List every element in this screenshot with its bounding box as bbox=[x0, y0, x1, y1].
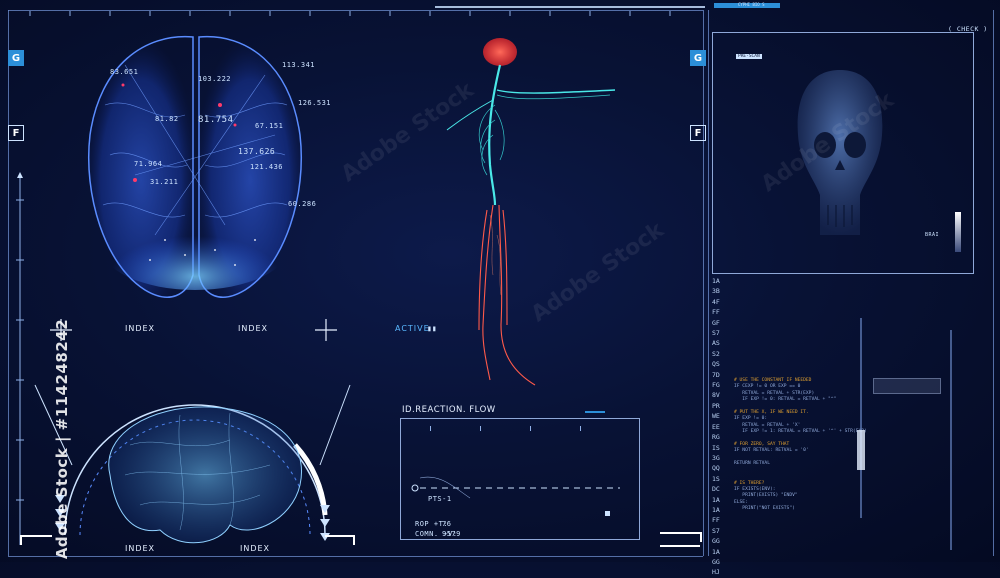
top-ruler bbox=[29, 11, 671, 16]
corner-bracket-2 bbox=[660, 545, 700, 547]
corner-bracket bbox=[660, 532, 702, 542]
brain-readout: 121.436 bbox=[250, 163, 284, 171]
brain-side-gauge bbox=[34, 384, 351, 544]
brain-readout: 113.341 bbox=[282, 61, 316, 69]
hex-code: 1A bbox=[712, 277, 720, 285]
comn-value: 9579 bbox=[442, 530, 461, 538]
right-scroll-track[interactable] bbox=[950, 330, 952, 550]
brain-readout: 137.626 bbox=[238, 147, 276, 156]
hex-code: AS bbox=[712, 339, 720, 348]
rop-value: 76 bbox=[442, 520, 452, 528]
intensity-bar bbox=[955, 212, 961, 252]
hex-code: HJ bbox=[712, 568, 720, 577]
pre-scan-badge: PRE-SCAN bbox=[736, 54, 762, 59]
f-marker-left[interactable]: F bbox=[8, 125, 24, 141]
hex-code: DC bbox=[712, 485, 720, 494]
right-panel-right bbox=[993, 10, 994, 556]
side-label: BRAI bbox=[925, 232, 940, 238]
hex-code: 8V bbox=[712, 391, 720, 400]
hex-code: S7 bbox=[712, 526, 720, 535]
brain-readout: 60.286 bbox=[288, 200, 317, 208]
hex-code: 1S bbox=[712, 474, 720, 483]
hex-code: FG bbox=[712, 381, 720, 390]
g-marker-left[interactable]: G bbox=[8, 50, 24, 66]
brain-readout: 71.964 bbox=[134, 160, 163, 168]
hex-code: QQ bbox=[712, 464, 720, 473]
active-label[interactable]: ACTIVE bbox=[395, 324, 430, 333]
hex-code: 1A bbox=[712, 547, 720, 556]
pts-label: PTS-1 bbox=[428, 495, 452, 503]
index-label[interactable]: INDEX bbox=[238, 324, 268, 333]
scroll-track[interactable] bbox=[860, 318, 862, 518]
hex-code: 1A bbox=[712, 505, 720, 514]
scroll-thumb[interactable] bbox=[857, 430, 865, 470]
hex-code: WE bbox=[712, 412, 720, 421]
code-line: PRINT("NOT EXISTS") bbox=[734, 506, 795, 512]
code-line: IF EXP != 1: RETVAL = RETVAL + '^' + STR… bbox=[734, 429, 867, 435]
bottom-right-bracket bbox=[325, 535, 355, 545]
brain-readout: 81.754 bbox=[198, 115, 234, 125]
right-panel-frame bbox=[708, 10, 709, 556]
left-frame-line bbox=[8, 10, 9, 556]
hex-code: GF bbox=[712, 318, 720, 327]
brain-readout: 67.151 bbox=[255, 122, 284, 130]
index-label[interactable]: INDEX bbox=[125, 324, 155, 333]
reaction-flow-indicator bbox=[585, 411, 605, 413]
hex-code: GG bbox=[712, 537, 720, 546]
hex-code: FF bbox=[712, 308, 720, 317]
hex-code: QS bbox=[712, 360, 720, 369]
hex-code: S2 bbox=[712, 349, 720, 358]
bottom-left-bracket bbox=[20, 535, 52, 545]
f-marker-right[interactable]: F bbox=[690, 125, 706, 141]
hex-code: S7 bbox=[712, 329, 720, 338]
hex-code: 3B bbox=[712, 287, 720, 296]
left-vertical-scale bbox=[16, 172, 24, 545]
hex-code: GG bbox=[712, 557, 720, 566]
hex-code: IS bbox=[712, 443, 720, 452]
brain-readout: 31.211 bbox=[150, 178, 179, 186]
hex-code: EE bbox=[712, 422, 720, 431]
hex-code: FF bbox=[712, 516, 720, 525]
top-frame-line-accent bbox=[435, 6, 705, 8]
hex-code: 7D bbox=[712, 370, 720, 379]
brain-readout: 126.531 bbox=[298, 99, 332, 107]
hex-code: 1A bbox=[712, 495, 720, 504]
index-label-bottom[interactable]: INDEX bbox=[125, 544, 155, 553]
mini-code-panel bbox=[873, 378, 941, 394]
reaction-flow-title: ID.REACTION. FLOW bbox=[402, 405, 496, 415]
index-label-bottom[interactable]: INDEX bbox=[240, 544, 270, 553]
stock-id: Adobe Stock | #114248242 bbox=[53, 318, 72, 560]
hex-code: 3G bbox=[712, 453, 720, 462]
hex-code: RG bbox=[712, 433, 720, 442]
hex-code: PR bbox=[712, 401, 720, 410]
hex-code: 4F bbox=[712, 297, 720, 306]
brain-readout: 103.222 bbox=[198, 75, 232, 83]
brain-readout: 83.651 bbox=[110, 68, 139, 76]
g-marker-right[interactable]: G bbox=[690, 50, 706, 66]
right-header-tag: CYPHI BIO S bbox=[738, 2, 765, 7]
code-listing: # USE THE CONSTANT IF NEEDED IF CEXP != 0… bbox=[734, 378, 867, 513]
right-frame-line bbox=[703, 10, 704, 556]
hex-column: 1A 3B 4F FF GF S7 AS S2 QS 7D FG 8V PR WE EE RG IS 3G QQ 1S… bbox=[712, 276, 732, 578]
bottom-frame-line bbox=[8, 556, 703, 557]
brain-readout: 81.82 bbox=[155, 115, 179, 123]
